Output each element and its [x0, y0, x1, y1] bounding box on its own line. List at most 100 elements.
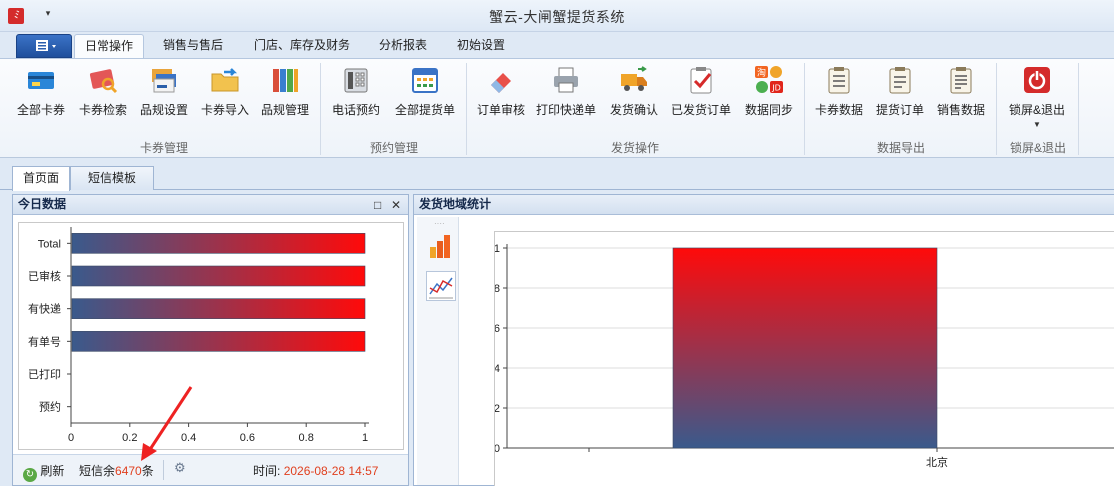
- power-icon: [1022, 65, 1052, 95]
- today-data-panel: 今日数据 □ ✕ Total 已审核 有快递 有单号 已打印 预约 0 0.2 0.4 0.6 0.…: [12, 194, 409, 486]
- svg-text:淘: 淘: [757, 67, 766, 79]
- clipboard-check-icon: [686, 65, 716, 95]
- y-tick-label: 0.4: [495, 363, 500, 375]
- svg-text:JD: JD: [771, 84, 781, 93]
- refresh-label: 刷新: [40, 464, 65, 478]
- card-data-label: 卡券数据: [814, 103, 863, 117]
- bar-chart-type-button[interactable]: [426, 231, 456, 261]
- x-tick-label: 1: [362, 432, 368, 444]
- pickup-order-label: 提货订单: [875, 103, 924, 117]
- y-tick-label: 0: [495, 443, 500, 455]
- bar-有快递: [71, 298, 366, 319]
- refresh-icon: ↻: [23, 468, 37, 482]
- line-chart-icon: [429, 277, 453, 299]
- all-cards-label: 全部卡券: [16, 103, 65, 117]
- sales-data-export-button[interactable]: 销售数据: [932, 65, 990, 131]
- window-title: 蟹云-大闸蟹提货系统: [489, 9, 625, 25]
- ribbon: 全部卡券 卡券检索 品规设置 卡券导入 品规管理 卡券管理 电话预约 全部提货单…: [0, 58, 1114, 158]
- region-stats-panel: 发货地域统计 ···· 0 0.2 0.4 0.6 0.8 1 北京: [413, 194, 1114, 486]
- today-data-chart: Total 已审核 有快递 有单号 已打印 预约 0 0.2 0.4 0.6 0.8 1: [18, 222, 404, 450]
- card-search-label: 卡券检索: [78, 103, 127, 117]
- tab-daily-ops[interactable]: 日常操作: [74, 34, 144, 58]
- bar-chart-icon: [430, 235, 450, 258]
- grip-icon: ····: [434, 219, 445, 228]
- tab-sales[interactable]: 销售与售后: [150, 34, 236, 58]
- tab-settings[interactable]: 初始设置: [446, 34, 516, 58]
- group-label-ship: 发货操作: [610, 141, 659, 155]
- card-search-button[interactable]: 卡券检索: [74, 65, 132, 131]
- y-tick-label: 0.8: [495, 283, 500, 295]
- bar-Total: [71, 233, 366, 254]
- x-tick-label: 0.6: [240, 432, 255, 444]
- sms-count: 6470: [115, 464, 142, 478]
- lock-exit-label: 锁屏&退出: [1008, 103, 1065, 117]
- clipboard-sales-icon: [946, 65, 976, 95]
- line-chart-type-button[interactable]: [426, 271, 456, 301]
- tab-reports[interactable]: 分析报表: [366, 34, 440, 58]
- spec-settings-label: 品规设置: [139, 103, 188, 117]
- clipboard-list-icon: [824, 65, 854, 95]
- spec-settings-button[interactable]: 品规设置: [134, 65, 194, 131]
- group-separator: [320, 63, 321, 155]
- card-import-button[interactable]: 卡券导入: [196, 65, 254, 131]
- group-label-lock: 锁屏&退出: [1009, 141, 1066, 155]
- document-tab-bar: 首页面 短信模板: [0, 160, 1114, 191]
- y-tick-label: 1: [495, 243, 500, 255]
- group-label-card: 卡券管理: [139, 141, 188, 155]
- card-search-icon: [88, 65, 118, 95]
- tab-home-page[interactable]: 首页面: [12, 166, 70, 191]
- truck-icon: [619, 65, 649, 95]
- calendar-icon: [410, 65, 440, 95]
- today-data-chart-svg: Total已审核有快递有单号已打印预约0 0.2 0.4 0.6 0.8 1: [28, 227, 369, 444]
- lock-exit-button[interactable]: 锁屏&退出 ▼: [1002, 65, 1072, 131]
- ship-confirm-button[interactable]: 发货确认: [604, 65, 664, 131]
- group-label-export: 数据导出: [876, 141, 925, 155]
- spec-settings-icon: [149, 65, 179, 95]
- close-icon[interactable]: ✕: [391, 196, 401, 215]
- phone-reserve-button[interactable]: 电话预约: [326, 65, 386, 131]
- card-icon: [26, 65, 56, 95]
- spec-manage-button[interactable]: 品规管理: [256, 65, 314, 131]
- dropdown-arrow-icon: ▼: [1033, 120, 1041, 129]
- pickup-order-export-button[interactable]: 提货订单: [872, 65, 928, 131]
- time-label: 时间:: [253, 464, 281, 478]
- application-menu-button[interactable]: [16, 34, 72, 58]
- y-tick-label: 有单号: [28, 334, 61, 348]
- card-import-label: 卡券导入: [200, 103, 249, 117]
- all-pickup-orders-button[interactable]: 全部提货单: [390, 65, 460, 131]
- shipped-orders-button[interactable]: 已发货订单: [668, 65, 734, 131]
- data-sync-button[interactable]: 淘 JD 数据同步: [740, 65, 798, 131]
- y-tick-label: 预约: [39, 401, 61, 414]
- phone-reserve-label: 电话预约: [331, 103, 380, 117]
- x-tick-label: 0: [68, 432, 74, 444]
- all-cards-button[interactable]: 全部卡券: [12, 65, 70, 131]
- y-tick-label: 0.6: [495, 323, 500, 335]
- order-review-button[interactable]: 订单审核: [472, 65, 530, 131]
- print-express-button[interactable]: 打印快递单: [534, 65, 598, 131]
- x-tick-label: 北京: [926, 455, 948, 469]
- today-data-header: 今日数据 □ ✕: [13, 195, 408, 215]
- pin-icon[interactable]: □: [374, 196, 381, 215]
- binders-icon: [270, 65, 300, 95]
- tab-sms-template[interactable]: 短信模板: [70, 166, 154, 190]
- bar-北京: [672, 247, 938, 449]
- refresh-button[interactable]: ↻ 刷新: [23, 462, 64, 482]
- y-tick-label: 已打印: [28, 367, 61, 381]
- sms-prefix: 短信余: [79, 464, 116, 478]
- y-tick-label: 已审核: [28, 269, 61, 283]
- tab-store-finance[interactable]: 门店、库存及财务: [244, 34, 360, 58]
- clipboard-doc-icon: [885, 65, 915, 95]
- card-data-export-button[interactable]: 卡券数据: [812, 65, 866, 131]
- time-value: 2026-08-28 14:57: [283, 464, 379, 478]
- sms-suffix: 条: [141, 464, 154, 478]
- y-tick-label: 0.2: [495, 403, 500, 415]
- print-express-label: 打印快递单: [535, 103, 596, 117]
- group-separator: [466, 63, 467, 155]
- shop-logos-icon: 淘 JD: [754, 65, 784, 95]
- y-tick-label: Total: [38, 238, 61, 250]
- today-data-title: 今日数据: [18, 197, 67, 211]
- group-separator: [1078, 63, 1079, 155]
- sales-data-label: 销售数据: [936, 103, 985, 117]
- bar-有单号: [71, 331, 366, 352]
- data-sync-label: 数据同步: [744, 103, 793, 117]
